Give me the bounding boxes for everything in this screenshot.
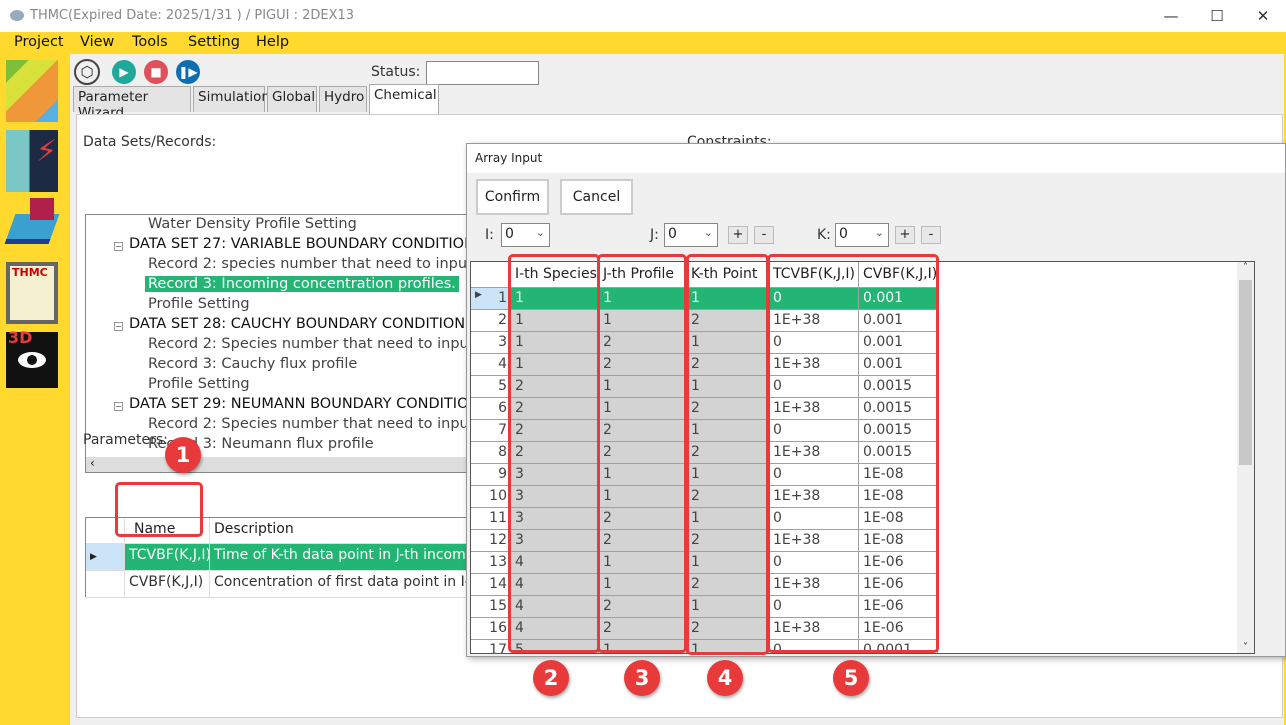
mesh-icon[interactable]: ⬡ (74, 59, 100, 85)
k-plus-button[interactable]: + (895, 226, 915, 244)
chevron-down-icon: ⌄ (535, 226, 545, 239)
annotation-badge-4: 4 (707, 660, 743, 696)
j-select[interactable]: 0 ⌄ (664, 223, 718, 247)
mesh-grid-icon[interactable] (4, 196, 60, 258)
document-flash-icon[interactable]: ⚡ (6, 130, 58, 192)
chevron-down-icon: ⌄ (703, 226, 713, 239)
row-header[interactable]: 6 (471, 398, 511, 420)
i-label: I: (485, 227, 494, 243)
scroll-left-icon[interactable]: ‹ (90, 456, 95, 470)
j-plus-button[interactable]: + (728, 226, 748, 244)
menu-bar: Project View Tools Setting Help (0, 32, 1286, 54)
tree-node-dataset[interactable]: DATA SET 27: VARIABLE BOUNDARY CONDITION… (129, 236, 519, 252)
scroll-up-icon[interactable]: ˄ (1237, 262, 1254, 273)
scroll-down-icon[interactable]: ˅ (1237, 642, 1254, 653)
annotation-box-profile (597, 254, 687, 653)
thmc-sliders-icon[interactable]: THMC (6, 262, 58, 324)
status-field (426, 61, 539, 85)
title-bar: THMC(Expired Date: 2025/1/31 ) / PIGUI :… (0, 0, 1286, 32)
annotation-box-point (686, 254, 769, 655)
maximize-button[interactable]: ☐ (1202, 4, 1232, 28)
k-label: K: (817, 227, 831, 243)
datasets-label: Data Sets/Records: (83, 134, 217, 150)
cancel-button[interactable]: Cancel (560, 179, 633, 215)
parameters-label: Parameters: (83, 432, 168, 448)
menu-help[interactable]: Help (256, 34, 289, 50)
row-header[interactable]: 5 (471, 376, 511, 398)
annotation-badge-2: 2 (533, 660, 569, 696)
row-header[interactable]: 9 (471, 464, 511, 486)
row-header[interactable]: 17 (471, 640, 511, 653)
annotation-box-values (767, 254, 939, 653)
grid-corner (471, 262, 511, 288)
menu-tools[interactable]: Tools (132, 34, 168, 50)
current-row-icon: ▶ (90, 552, 97, 562)
row-header[interactable]: ▶ (86, 544, 125, 571)
i-select[interactable]: 0 ⌄ (501, 223, 550, 247)
row-header[interactable]: 15 (471, 596, 511, 618)
tab-global[interactable]: Global (267, 86, 317, 112)
k-select[interactable]: 0 ⌄ (835, 223, 889, 247)
window-title: THMC(Expired Date: 2025/1/31 ) / PIGUI :… (30, 8, 355, 23)
tree-node-record[interactable]: Record 3: Cauchy flux profile (148, 356, 357, 372)
row-header[interactable]: 12 (471, 530, 511, 552)
app-icon (10, 10, 24, 21)
j-minus-button[interactable]: - (754, 226, 774, 244)
menu-view[interactable]: View (80, 34, 114, 50)
row-header[interactable]: 16 (471, 618, 511, 640)
j-label: J: (650, 227, 659, 243)
row-header[interactable]: ▶ 1 (471, 288, 511, 310)
collapse-icon[interactable]: − (114, 242, 123, 251)
status-label: Status: (371, 64, 421, 80)
confirm-button[interactable]: Confirm (476, 179, 549, 215)
row-header[interactable]: 8 (471, 442, 511, 464)
annotation-badge-5: 5 (833, 660, 869, 696)
row-header[interactable]: 11 (471, 508, 511, 530)
scrollbar-thumb[interactable] (1239, 280, 1252, 465)
annotation-box-species (508, 254, 600, 653)
tab-simulation[interactable]: Simulation (193, 86, 270, 112)
annotation-badge-3: 3 (624, 660, 660, 696)
tree-node-dataset[interactable]: DATA SET 28: CAUCHY BOUNDARY CONDITIONS … (129, 316, 509, 332)
row-header[interactable] (86, 570, 125, 598)
tree-node-record[interactable]: Profile Setting (148, 296, 250, 312)
stop-icon[interactable]: ■ (144, 60, 168, 84)
close-button[interactable]: ✕ (1248, 4, 1278, 28)
array-grid-vertical-scrollbar[interactable]: ˄ ˅ (1237, 262, 1254, 653)
current-row-icon: ▶ (475, 290, 482, 300)
tree-node-record[interactable]: Water Density Profile Setting (148, 216, 357, 232)
row-header[interactable]: 14 (471, 574, 511, 596)
minimize-button[interactable]: — (1156, 4, 1186, 28)
annotation-box-parameter-names (115, 482, 203, 537)
tree-node-dataset[interactable]: DATA SET 29: NEUMANN BOUNDARY CONDITIONS (129, 396, 489, 412)
row-header[interactable]: 13 (471, 552, 511, 574)
row-header[interactable]: 10 (471, 486, 511, 508)
annotation-badge-1: 1 (165, 437, 201, 473)
tab-chemical[interactable]: Chemical (369, 84, 439, 114)
3d-view-icon[interactable]: 3D (6, 328, 58, 394)
step-icon[interactable]: ❚▶ (176, 60, 200, 84)
row-header[interactable]: 3 (471, 332, 511, 354)
tree-node-record[interactable]: Profile Setting (148, 376, 250, 392)
k-minus-button[interactable]: - (921, 226, 941, 244)
parameter-name-cell[interactable]: TCVBF(K,J,I) (125, 544, 210, 571)
contour-map-icon[interactable] (6, 60, 58, 122)
parameter-name-cell[interactable]: CVBF(K,J,I) (125, 570, 210, 598)
row-header[interactable]: 2 (471, 310, 511, 332)
menu-setting[interactable]: Setting (188, 34, 240, 50)
row-header[interactable]: 7 (471, 420, 511, 442)
collapse-icon[interactable]: − (114, 402, 123, 411)
tab-parameter-wizard[interactable]: Parameter Wizard (73, 86, 191, 121)
menu-project[interactable]: Project (14, 34, 64, 50)
chevron-down-icon: ⌄ (874, 226, 884, 239)
tab-hydro[interactable]: Hydro (319, 86, 367, 112)
row-header[interactable]: 4 (471, 354, 511, 376)
tree-node-record[interactable]: Record 3: Incoming concentration profile… (145, 276, 459, 292)
collapse-icon[interactable]: − (114, 322, 123, 331)
dialog-title: Array Input (467, 144, 1285, 173)
run-icon[interactable]: ▶ (112, 60, 136, 84)
